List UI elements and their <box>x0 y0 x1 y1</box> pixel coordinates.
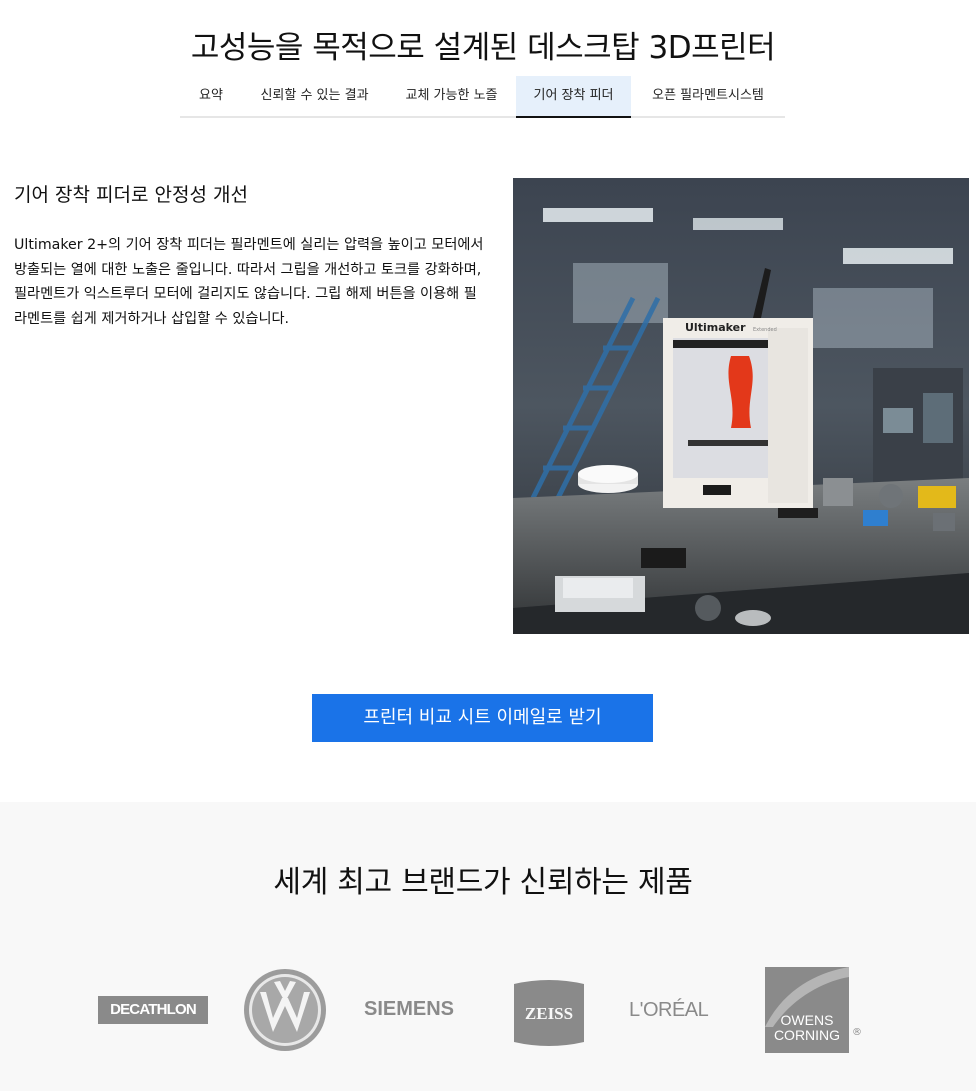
decathlon-logo: DECATHLON <box>98 996 208 1024</box>
feature-heading: 기어 장착 피더로 안정성 개선 <box>14 184 248 206</box>
tab-swappable-nozzle[interactable]: 교체 가능한 노즐 <box>387 76 516 116</box>
owens-wordmark: OWENS <box>781 1012 834 1028</box>
owens-corning-logo: OWENS CORNING <box>765 967 849 1053</box>
tab-reliable-results[interactable]: 신뢰할 수 있는 결과 <box>242 76 387 116</box>
volkswagen-logo <box>243 968 327 1052</box>
feature-description: Ultimaker 2+의 기어 장착 피더는 필라멘트에 실리는 압력을 높이… <box>14 237 484 327</box>
siemens-logo: SIEMENS <box>364 998 455 1020</box>
printer-brand-label: Ultimaker <box>685 321 746 334</box>
registered-mark: ® <box>852 1027 862 1038</box>
tab-summary[interactable]: 요약 <box>180 76 242 116</box>
feature-tabs: 요약 신뢰할 수 있는 결과 교체 가능한 노즐 기어 장착 피더 오픈 필라멘… <box>180 76 785 118</box>
page-title: 고성능을 목적으로 설계된 데스크탑 3D프린터 <box>190 30 776 66</box>
printer-workshop-photo: Ultimaker Extended <box>513 178 969 634</box>
zeiss-logo: ZEISS <box>514 978 584 1048</box>
tab-geared-feeder[interactable]: 기어 장착 피더 <box>516 76 631 118</box>
tab-open-filament-system[interactable]: 오픈 필라멘트시스템 <box>631 76 785 116</box>
trusted-brands-section: 세계 최고 브랜드가 신뢰하는 제품 DECATHLON SIEMENS ZEI… <box>0 802 976 1091</box>
corning-wordmark: CORNING <box>774 1027 840 1043</box>
zeiss-wordmark: ZEISS <box>525 1004 573 1023</box>
loreal-logo: L'ORÉAL <box>629 999 709 1021</box>
brands-heading: 세계 최고 브랜드가 신뢰하는 제품 <box>273 865 693 900</box>
email-comparison-sheet-button[interactable]: 프린터 비교 시트 이메일로 받기 <box>312 694 653 742</box>
printer-badge-label: Extended <box>753 327 777 333</box>
